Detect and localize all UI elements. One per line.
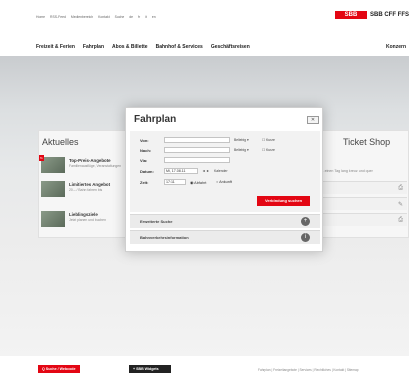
footer: Q Suche / Webcode + SBB Widgets Fahrplan… — [0, 356, 409, 374]
erweiterte-suche-label: Erweiterte Suche — [140, 219, 173, 224]
erweiterte-suche-row[interactable]: Erweiterte Suche + — [130, 214, 320, 228]
datum-label: Datum: — [140, 169, 154, 174]
ticket-icon: ⎙ — [398, 217, 403, 223]
verbindung-suchen-button[interactable]: Verbindung suchen — [257, 196, 310, 206]
news-thumbnail — [41, 181, 65, 197]
nav-item-geschaeftsreisen[interactable]: Geschäftsreisen — [211, 44, 250, 50]
ticket-shop-row[interactable]: ⎙ — [321, 213, 407, 226]
via-input[interactable] — [164, 157, 230, 163]
news-subtitle: Familienausflüge, Veranstaltungen — [69, 164, 122, 168]
news-title: Limitiertes Angebot — [69, 182, 111, 187]
nav-item-bahnhof[interactable]: Bahnhof & Services — [156, 44, 203, 50]
fahrplan-form: Von: Beliebig ▾ ☐ Kurze Nach: Beliebig ▾… — [130, 131, 320, 212]
aktuelles-panel: Aktuelles % Top-Preis-Angebote Familiena… — [38, 130, 134, 238]
ticket-shop-row[interactable]: ⎙ — [321, 181, 407, 194]
main-nav: Freizeit & Ferien Fahrplan Abos & Billet… — [36, 44, 250, 50]
zeit-label: Zeit: — [140, 180, 149, 185]
plus-icon: + — [301, 217, 310, 226]
util-link-media[interactable]: Medienbereich — [71, 15, 93, 19]
zeit-input[interactable]: 17:11 — [164, 179, 186, 185]
util-link-home[interactable]: Home — [36, 15, 45, 19]
util-link-contact[interactable]: Kontakt — [98, 15, 110, 19]
utility-nav: Home RSS-Feed Medienbereich Kontakt Such… — [36, 15, 156, 19]
von-options-select[interactable]: Beliebig ▾ — [234, 138, 249, 142]
ticket-icon: ⎙ — [398, 185, 403, 191]
news-subtitle: 20.– / Bahn fahren bis — [69, 188, 103, 192]
bahnverkehrsinfo-label: Bahnverkehrsinformation — [140, 235, 189, 240]
lang-de[interactable]: de — [129, 15, 133, 19]
suche-webcode-button[interactable]: Q Suche / Webcode — [38, 365, 80, 373]
info-icon: i — [301, 233, 310, 242]
news-thumbnail: % — [39, 155, 65, 173]
news-item[interactable]: % Top-Preis-Angebote Familienausflüge, V… — [39, 155, 135, 177]
nav-item-freizeit[interactable]: Freizeit & Ferien — [36, 44, 75, 50]
news-item[interactable]: Limitiertes Angebot 20.– / Bahn fahren b… — [41, 181, 135, 201]
edit-icon: ✎ — [397, 202, 403, 208]
ticket-shop-panel: Ticket Shop …einen Tag lang kreuz und qu… — [318, 130, 409, 238]
fahrplan-title: Fahrplan — [134, 114, 177, 125]
news-thumbnail — [41, 211, 65, 227]
bahnverkehrsinfo-row[interactable]: Bahnverkehrsinformation i — [130, 230, 320, 244]
footer-links[interactable]: Fahrplan | Freizeitangebote | Services |… — [258, 368, 359, 372]
lang-fr[interactable]: fr — [138, 15, 140, 19]
lang-en[interactable]: en — [152, 15, 156, 19]
util-link-search[interactable]: Suche — [115, 15, 125, 19]
ankunft-radio[interactable]: ○ Ankunft — [216, 180, 232, 184]
fahrplan-dialog: Fahrplan ✕ Von: Beliebig ▾ ☐ Kurze Nach:… — [125, 107, 323, 252]
news-subtitle: Jetzt planen und buchen — [69, 218, 106, 222]
von-kurze-checkbox[interactable]: ☐ Kurze — [262, 138, 275, 142]
von-input[interactable] — [164, 137, 230, 143]
via-label: Via: — [140, 158, 148, 163]
calendar-link[interactable]: Kalender — [214, 169, 228, 173]
von-label: Von: — [140, 138, 149, 143]
ticket-shop-text: …einen Tag lang kreuz und quer — [321, 169, 373, 173]
brand-name: SBB CFF FFS — [370, 12, 409, 18]
nach-input[interactable] — [164, 147, 230, 153]
abfahrt-radio[interactable]: ◉ Abfahrt — [190, 180, 206, 185]
close-icon[interactable]: ✕ — [307, 116, 319, 124]
ticket-shop-title: Ticket Shop — [343, 137, 391, 147]
nav-item-abos[interactable]: Abos & Billette — [112, 44, 148, 50]
sbb-logo: SBB — [335, 11, 367, 19]
nach-label: Nach: — [140, 148, 152, 153]
util-link-rss[interactable]: RSS-Feed — [50, 15, 66, 19]
brand[interactable]: SBB SBB CFF FFS — [335, 11, 409, 19]
discount-badge: % — [39, 155, 44, 161]
aktuelles-title: Aktuelles — [42, 137, 79, 147]
news-item[interactable]: Lieblingsziele Jetzt planen und buchen — [41, 211, 135, 231]
top-bar: Home RSS-Feed Medienbereich Kontakt Such… — [0, 0, 409, 30]
nav-item-konzern[interactable]: Konzern — [386, 44, 406, 50]
sbb-widgets-button[interactable]: + SBB Widgets — [129, 365, 171, 373]
nav-item-fahrplan[interactable]: Fahrplan — [83, 44, 104, 50]
nach-kurze-checkbox[interactable]: ☐ Kurze — [262, 148, 275, 152]
date-arrows[interactable]: ◄ ► — [202, 169, 210, 173]
news-title: Lieblingsziele — [69, 212, 98, 217]
nach-options-select[interactable]: Beliebig ▾ — [234, 148, 249, 152]
ticket-shop-row[interactable]: ✎ — [321, 197, 407, 210]
news-title: Top-Preis-Angebote — [69, 158, 111, 163]
lang-it[interactable]: it — [145, 15, 147, 19]
datum-input[interactable]: Mi, 17.08.11 — [164, 168, 198, 174]
